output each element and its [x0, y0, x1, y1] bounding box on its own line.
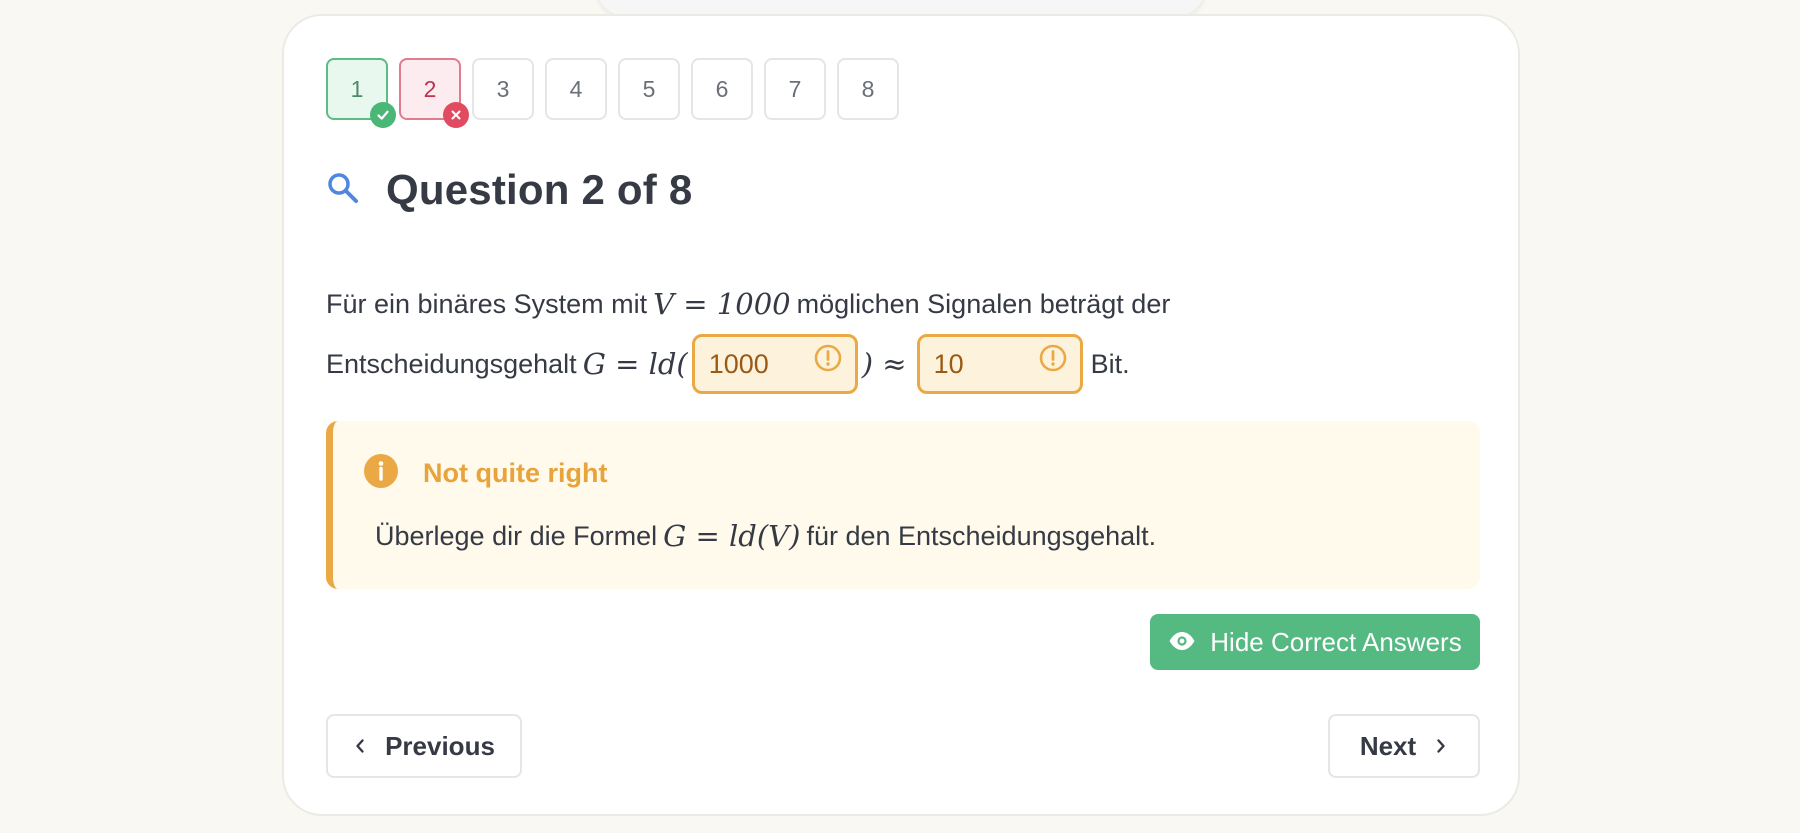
question-line-2: Entscheidungsgehalt G = ld( 1000 ) ≈ 10 [326, 334, 1426, 394]
question-navigator: 1 2 3 4 5 6 7 8 [326, 58, 899, 128]
question-tab-1[interactable]: 1 [326, 58, 396, 128]
question-tab-label: 2 [423, 75, 437, 102]
question-text: Für ein binäres System mit V = 1000 mögl… [326, 274, 1426, 394]
warning-icon [813, 334, 843, 394]
feedback-text-part: Überlege dir die Formel [375, 520, 658, 551]
question-tab-7[interactable]: 7 [764, 58, 826, 120]
question-tab-5[interactable]: 5 [618, 58, 680, 120]
question-tab-label: 4 [569, 75, 583, 102]
answer-blank-1[interactable]: 1000 [691, 334, 858, 394]
feedback-text: Überlege dir die Formel G = ld(V) für de… [375, 511, 1156, 561]
answer-blank-value: 1000 [708, 349, 769, 379]
warning-icon [1038, 334, 1068, 394]
chevron-left-icon [353, 731, 367, 762]
question-tab-6[interactable]: 6 [691, 58, 753, 120]
question-tab-8[interactable]: 8 [837, 58, 899, 120]
hide-correct-answers-button[interactable]: Hide Correct Answers [1150, 614, 1480, 670]
previous-button[interactable]: Previous [326, 714, 522, 778]
question-tab-4[interactable]: 4 [545, 58, 607, 120]
check-icon [370, 102, 396, 128]
question-text-part: Entscheidungsgehalt [326, 349, 577, 379]
feedback-box: Not quite right Überlege dir die Formel … [326, 421, 1480, 589]
feedback-text-part: für den Entscheidungsgehalt. [806, 520, 1157, 551]
question-tab-label: 6 [715, 75, 729, 102]
quiz-card: 1 2 3 4 5 6 7 8 Question 2 of 8 Für ein … [282, 14, 1520, 816]
math-expression: ) ≈ [861, 347, 907, 381]
info-icon [363, 453, 399, 494]
question-text-part: Für ein binäres System mit [326, 289, 648, 319]
question-header: Question 2 of 8 [326, 166, 692, 214]
page-title: Question 2 of 8 [386, 166, 693, 213]
question-tab-label: 3 [496, 75, 510, 102]
question-tab-label: 7 [788, 75, 802, 102]
next-label: Next [1359, 730, 1417, 761]
previous-label: Previous [385, 730, 495, 761]
answer-blank-2[interactable]: 10 [916, 334, 1083, 394]
math-expression: G = ld(V) [663, 519, 801, 553]
feedback-header: Not quite right [363, 453, 607, 494]
chevron-right-icon [1434, 731, 1448, 762]
question-text-part: Bit. [1090, 349, 1130, 379]
feedback-title: Not quite right [423, 458, 608, 488]
question-line-1: Für ein binäres System mit V = 1000 mögl… [326, 274, 1426, 334]
close-icon [443, 102, 469, 128]
eye-icon [1168, 627, 1196, 658]
answer-blank-value: 10 [933, 349, 964, 379]
question-tab-2[interactable]: 2 [399, 58, 469, 128]
math-expression: G = ld( [582, 347, 688, 381]
math-expression: V = 1000 [653, 287, 791, 321]
search-icon [326, 171, 360, 210]
question-text-part: möglichen Signalen beträgt der [796, 289, 1171, 319]
next-button[interactable]: Next [1328, 714, 1480, 778]
question-tab-label: 5 [642, 75, 656, 102]
hide-correct-answers-label: Hide Correct Answers [1210, 626, 1462, 657]
question-tab-label: 8 [861, 75, 875, 102]
question-tab-label: 1 [350, 75, 364, 102]
question-tab-3[interactable]: 3 [472, 58, 534, 120]
